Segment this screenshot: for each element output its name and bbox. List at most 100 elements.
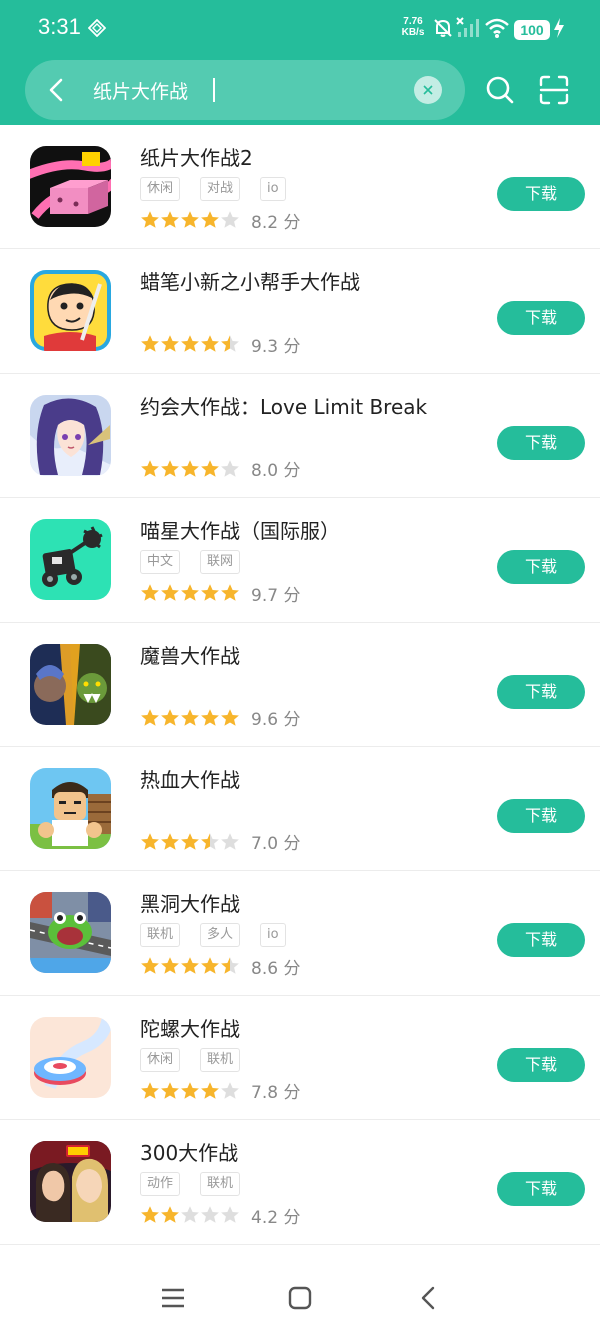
- list-item[interactable]: 蜡笔小新之小帮手大作战 9.3 分 下载: [0, 249, 600, 374]
- rating-score: 9.7 分: [251, 585, 301, 606]
- download-button[interactable]: 下载: [497, 1172, 585, 1207]
- star-filled-icon: [221, 584, 239, 601]
- download-button[interactable]: 下载: [497, 425, 585, 460]
- rating: 9.6 分: [140, 707, 300, 730]
- app-icon-cats-crash-arena[interactable]: [30, 519, 111, 601]
- app-tag: 多人: [200, 923, 241, 948]
- app-tag: 休闲: [140, 177, 181, 201]
- diamond-icon: [88, 19, 106, 37]
- status-time: 3:31: [38, 14, 81, 39]
- list-item[interactable]: 黑洞大作战 联机 多人 io 8.6 分 下载: [0, 871, 600, 996]
- star-filled-icon: [161, 335, 179, 353]
- app-icon-date-a-live[interactable]: [30, 394, 111, 476]
- rating-score: 9.3 分: [251, 336, 301, 357]
- rating: 4.2 分: [140, 1204, 300, 1228]
- download-button[interactable]: 下载: [497, 923, 585, 958]
- app-name[interactable]: 魔兽大作战: [140, 640, 240, 669]
- star-empty-icon: [221, 211, 239, 228]
- download-button[interactable]: 下载: [497, 177, 585, 211]
- star-filled-icon: [141, 957, 159, 975]
- rating: 7.8 分: [140, 1080, 300, 1103]
- net-speed-value: 7.76: [403, 16, 423, 27]
- rating: 8.6 分: [140, 955, 300, 979]
- rating-score: 8.2 分: [251, 212, 301, 233]
- download-button[interactable]: 下载: [497, 301, 585, 336]
- app-icon-warcraft-rumble[interactable]: [30, 643, 111, 725]
- rating: 9.7 分: [140, 582, 301, 606]
- app-icon-300-heroes[interactable]: [30, 1141, 111, 1223]
- bell-off-icon: [434, 19, 452, 37]
- app-tag: 中文: [140, 550, 181, 575]
- app-tags: 动作 联机: [140, 1172, 260, 1197]
- star-empty-icon: [181, 1206, 199, 1223]
- app-icon-hole-io[interactable]: [30, 892, 111, 974]
- app-list: 纸片大作战2 休闲 对战 io 8.2 分 下载 蜡笔小新之小帮手大作战 9.3 分…: [0, 125, 600, 1245]
- star-filled-icon: [181, 584, 199, 601]
- clear-icon[interactable]: [414, 76, 442, 104]
- star-empty-icon: [221, 833, 239, 850]
- menu-icon[interactable]: [158, 1283, 188, 1313]
- back-nav-icon[interactable]: [414, 1283, 444, 1313]
- app-icon-spinner-io[interactable]: [30, 1016, 111, 1098]
- app-name[interactable]: 黑洞大作战: [140, 888, 240, 917]
- app-icon-nekketsu[interactable]: [30, 767, 111, 849]
- app-tag: io: [260, 923, 286, 948]
- download-button[interactable]: 下载: [497, 798, 585, 833]
- app-tag: 联网: [200, 550, 241, 575]
- scan-icon[interactable]: [538, 74, 570, 106]
- home-icon[interactable]: [285, 1283, 315, 1313]
- app-icon-paper-io[interactable]: [30, 146, 111, 227]
- star-filled-icon: [161, 708, 179, 726]
- charging-icon: [554, 18, 564, 38]
- app-name[interactable]: 陀螺大作战: [140, 1013, 240, 1042]
- app-tags: 中文 联网: [140, 550, 260, 575]
- app-tag: io: [260, 177, 286, 201]
- app-icon-crayon-shinchan[interactable]: [30, 270, 111, 352]
- list-item[interactable]: 陀螺大作战 休闲 联机 7.8 分 下载: [0, 996, 600, 1121]
- app-tags: 联机 多人 io: [140, 923, 306, 948]
- star-filled-icon: [141, 459, 159, 477]
- rating: 8.2 分: [140, 209, 301, 233]
- app-name[interactable]: 喵星大作战（国际服）: [140, 515, 340, 544]
- rating: 8.0 分: [140, 458, 300, 481]
- app-name[interactable]: 纸片大作战2: [140, 142, 253, 171]
- app-tag: 联机: [200, 1047, 241, 1072]
- download-button[interactable]: 下载: [497, 550, 585, 585]
- download-button[interactable]: 下载: [497, 674, 585, 709]
- back-icon[interactable]: [41, 74, 73, 106]
- star-filled-icon: [221, 708, 239, 726]
- star-half-icon: [201, 833, 219, 850]
- app-tag: 联机: [200, 1172, 241, 1197]
- star-filled-icon: [181, 833, 199, 850]
- app-name[interactable]: 蜡笔小新之小帮手大作战: [140, 266, 360, 295]
- star-filled-icon: [161, 833, 179, 850]
- star-filled-icon: [161, 211, 179, 228]
- star-filled-icon: [161, 957, 179, 975]
- text-caret: [213, 78, 215, 102]
- app-tags: 休闲 对战 io: [140, 177, 306, 201]
- search-input[interactable]: [93, 74, 393, 106]
- star-filled-icon: [141, 211, 159, 228]
- list-item[interactable]: 约会大作战：Love Limit Break 8.0 分 下载: [0, 374, 600, 499]
- star-empty-icon: [221, 1206, 239, 1223]
- download-button[interactable]: 下载: [497, 1047, 585, 1082]
- list-item[interactable]: 喵星大作战（国际服） 中文 联网 9.7 分 下载: [0, 498, 600, 623]
- star-filled-icon: [161, 459, 179, 477]
- rating: 7.0 分: [140, 831, 300, 854]
- app-name[interactable]: 热血大作战: [140, 764, 240, 793]
- star-filled-icon: [161, 1206, 179, 1223]
- app-name[interactable]: 300大作战: [140, 1137, 238, 1166]
- app-tag: 休闲: [140, 1047, 181, 1072]
- star-filled-icon: [141, 833, 159, 850]
- star-empty-icon: [221, 1081, 239, 1099]
- app-name[interactable]: 约会大作战：Love Limit Break: [140, 391, 427, 420]
- list-item[interactable]: 热血大作战 7.0 分 下载: [0, 747, 600, 872]
- list-item[interactable]: 魔兽大作战 9.6 分 下载: [0, 623, 600, 747]
- star-filled-icon: [201, 335, 219, 353]
- list-item[interactable]: 纸片大作战2 休闲 对战 io 8.2 分 下载: [0, 125, 600, 250]
- list-item[interactable]: 300大作战 动作 联机 4.2 分 下载: [0, 1120, 600, 1245]
- search-icon[interactable]: [484, 74, 516, 106]
- star-filled-icon: [141, 1081, 159, 1099]
- star-half-icon: [221, 957, 239, 975]
- system-nav-bar: [0, 1262, 600, 1333]
